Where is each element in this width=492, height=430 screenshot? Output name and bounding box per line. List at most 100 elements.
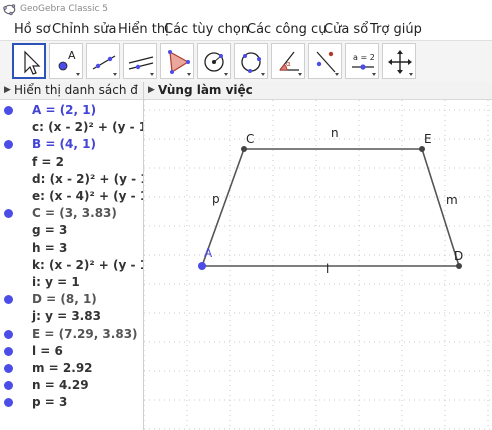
algebra-row-text: j: y = 3.83 — [32, 309, 101, 324]
visibility-toggle-icon[interactable] — [4, 175, 13, 184]
menu-help[interactable]: Trợ giúp — [370, 22, 422, 37]
geogebra-logo-icon — [3, 4, 16, 16]
algebra-row-text: l = 6 — [32, 343, 63, 358]
algebra-row[interactable]: n = 4.29 — [0, 377, 143, 394]
tool-move[interactable] — [12, 43, 46, 79]
algebra-row[interactable]: f = 2 — [0, 154, 143, 171]
algebra-row[interactable]: B = (4, 1) — [0, 136, 143, 153]
perpendicular-line-icon — [128, 56, 154, 76]
point-C[interactable] — [241, 146, 247, 152]
tool-circle-center[interactable] — [197, 43, 231, 79]
algebra-view: ▶ Hiển thị danh sách đ A = (2, 1) c: (x -… — [0, 82, 143, 430]
menu-edit[interactable]: Chỉnh sửa — [52, 22, 117, 37]
label-C: C — [246, 132, 255, 146]
collapse-triangle-icon[interactable]: ▶ — [4, 85, 11, 95]
visibility-toggle-icon[interactable] — [4, 312, 13, 321]
tool-reflect[interactable] — [308, 43, 342, 79]
menu-window[interactable]: Cửa sổ — [324, 22, 368, 37]
algebra-row[interactable]: e: (x - 4)² + (y - 1) — [0, 188, 143, 205]
visibility-toggle-icon[interactable] — [4, 244, 13, 253]
tool-perpendicular[interactable] — [123, 43, 157, 79]
algebra-row[interactable]: h = 3 — [0, 240, 143, 257]
circle-center-point-icon — [204, 52, 228, 76]
algebra-row[interactable]: c: (x - 2)² + (y - 1) — [0, 119, 143, 136]
collapse-triangle-icon[interactable]: ▶ — [148, 85, 155, 95]
algebra-row[interactable]: g = 3 — [0, 222, 143, 239]
visibility-toggle-icon[interactable] — [4, 295, 13, 305]
algebra-row[interactable]: p = 3 — [0, 394, 143, 411]
visibility-toggle-icon[interactable] — [4, 278, 13, 287]
algebra-row-text: i: y = 1 — [32, 275, 80, 289]
algebra-row-text: k: (x - 2)² + (y - 1) — [32, 257, 143, 272]
algebra-row[interactable]: E = (7.29, 3.83) — [0, 326, 143, 343]
algebra-view-header[interactable]: ▶ Hiển thị danh sách đ — [0, 82, 143, 100]
visibility-toggle-icon[interactable] — [4, 381, 13, 391]
point-D[interactable] — [456, 263, 462, 269]
algebra-row-text: d: (x - 2)² + (y - 1) — [32, 171, 143, 186]
window-title: GeoGebra Classic 5 — [20, 4, 109, 14]
polygon-icon — [168, 50, 191, 76]
point-E[interactable] — [419, 146, 425, 152]
visibility-toggle-icon[interactable] — [4, 209, 13, 219]
algebra-row[interactable]: d: (x - 2)² + (y - 1) — [0, 171, 143, 188]
algebra-row[interactable]: i: y = 1 — [0, 274, 143, 291]
label-E: E — [424, 132, 432, 146]
graphics-canvas[interactable] — [144, 100, 492, 430]
tool-line[interactable] — [86, 43, 120, 79]
tool-move-graphics[interactable] — [382, 43, 416, 79]
label-D: D — [454, 249, 464, 263]
algebra-row-text: g = 3 — [32, 223, 68, 238]
algebra-row-text: h = 3 — [32, 240, 68, 255]
algebra-row[interactable]: m = 2.92 — [0, 360, 143, 377]
algebra-row-text: B = (4, 1) — [32, 137, 96, 152]
label-l: l — [326, 262, 330, 276]
menu-file[interactable]: Hồ sơ — [14, 22, 51, 37]
visibility-toggle-icon[interactable] — [4, 158, 13, 167]
visibility-toggle-icon[interactable] — [4, 226, 13, 235]
new-point-icon: A — [58, 49, 80, 76]
reflect-about-line-icon — [316, 51, 339, 76]
visibility-toggle-icon[interactable] — [4, 140, 13, 150]
label-A: A — [204, 246, 213, 260]
tool-circle-three-points[interactable] — [234, 43, 268, 79]
tool-point[interactable]: A — [49, 43, 83, 79]
tool-slider[interactable]: a = 2 — [345, 43, 379, 79]
toolbar: A α a = 2 — [0, 40, 492, 84]
visibility-toggle-icon[interactable] — [4, 261, 13, 270]
angle-icon: α — [279, 51, 302, 76]
algebra-row-text: C = (3, 3.83) — [32, 206, 117, 221]
visibility-toggle-icon[interactable] — [4, 106, 13, 115]
visibility-toggle-icon[interactable] — [4, 329, 13, 339]
algebra-row-text: A = (2, 1) — [32, 103, 97, 117]
menu-options[interactable]: Các tùy chọn — [164, 22, 249, 37]
algebra-row[interactable]: A = (2, 1) — [0, 102, 143, 119]
algebra-row[interactable]: D = (8, 1) — [0, 291, 143, 308]
point-A[interactable] — [198, 262, 206, 270]
menu-bar: Hồ sơ Chỉnh sửa Hiển thị Các tùy chọn Cá… — [0, 20, 492, 40]
visibility-toggle-icon[interactable] — [4, 123, 13, 132]
graphics-view-header[interactable]: ▶ Vùng làm việc — [144, 82, 492, 100]
graphics-view[interactable]: ▶ Vùng làm việc A C E D n p m l — [144, 82, 492, 430]
algebra-row-text: n = 4.29 — [32, 378, 89, 393]
trapezoid-segments[interactable] — [201, 148, 461, 267]
line-icon — [92, 55, 117, 76]
visibility-toggle-icon[interactable] — [4, 364, 13, 373]
move-arrow-icon — [24, 50, 41, 75]
algebra-row[interactable]: C = (3, 3.83) — [0, 205, 143, 222]
visibility-toggle-icon[interactable] — [4, 398, 13, 408]
algebra-row[interactable]: j: y = 3.83 — [0, 308, 143, 325]
title-bar: GeoGebra Classic 5 — [0, 0, 492, 20]
svg-text:α: α — [286, 60, 291, 68]
visibility-toggle-icon[interactable] — [4, 192, 13, 201]
algebra-row-text: m = 2.92 — [32, 361, 93, 375]
menu-tools[interactable]: Các công cụ — [247, 22, 326, 37]
menu-view[interactable]: Hiển thị — [118, 22, 169, 37]
algebra-row-text: f = 2 — [32, 154, 64, 169]
tool-angle[interactable]: α — [271, 43, 305, 79]
algebra-row-text: E = (7.29, 3.83) — [32, 326, 138, 341]
algebra-row-text: c: (x - 2)² + (y - 1) — [32, 120, 143, 135]
tool-polygon[interactable] — [160, 43, 194, 79]
algebra-row[interactable]: k: (x - 2)² + (y - 1) — [0, 257, 143, 274]
visibility-toggle-icon[interactable] — [4, 346, 13, 356]
algebra-row[interactable]: l = 6 — [0, 343, 143, 360]
